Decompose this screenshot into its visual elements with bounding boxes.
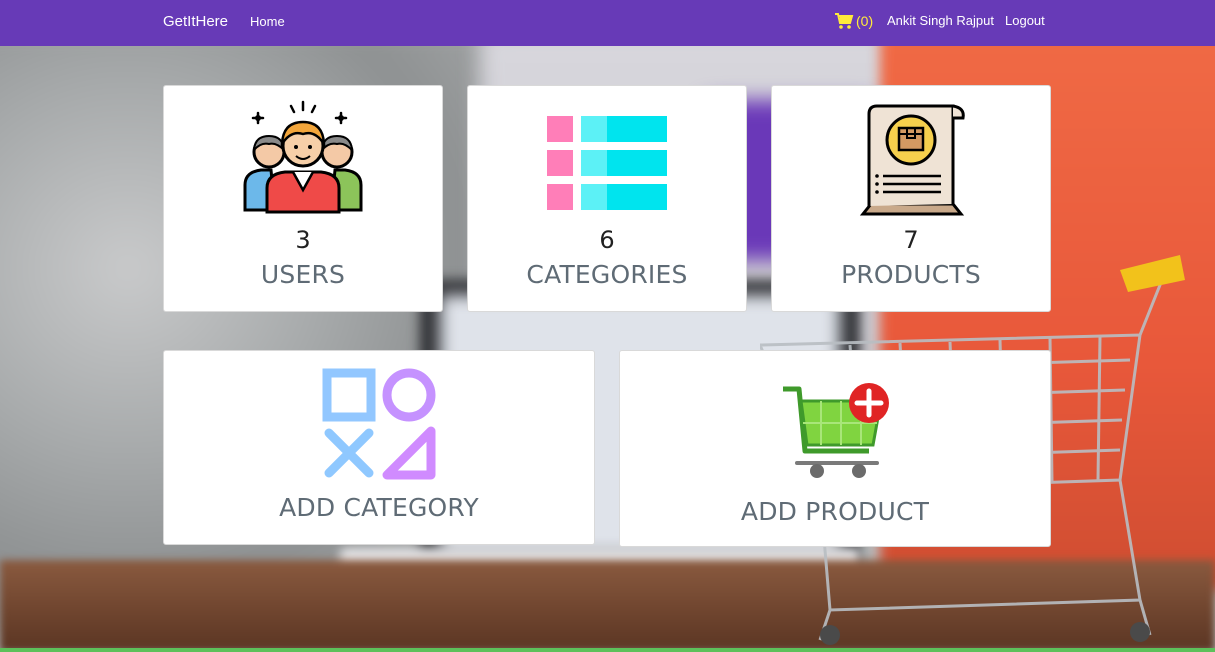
nav-home-link[interactable]: Home — [250, 14, 285, 29]
add-category-card[interactable]: ADD CATEGORY — [163, 350, 595, 545]
cart-link[interactable]: (0) — [834, 12, 873, 30]
cart-count: (0) — [856, 13, 874, 29]
cart-add-icon — [783, 383, 889, 478]
cart-icon — [835, 13, 854, 29]
users-label: USERS — [260, 260, 346, 289]
shapes-icon — [322, 368, 436, 480]
categories-count: 6 — [599, 226, 615, 254]
list-categories-icon — [547, 116, 667, 210]
add-category-label: ADD CATEGORY — [279, 493, 479, 522]
users-count: 3 — [295, 226, 311, 254]
user-name-link[interactable]: Ankit Singh Rajput — [887, 13, 994, 28]
categories-card[interactable]: 6 CATEGORIES — [467, 85, 747, 312]
products-card[interactable]: 7 PRODUCTS — [771, 85, 1051, 312]
products-label: PRODUCTS — [841, 260, 981, 289]
bottom-border — [0, 648, 1215, 652]
brand-link[interactable]: GetItHere — [163, 13, 228, 30]
users-card[interactable]: 3 USERS — [163, 85, 443, 312]
add-product-label: ADD PRODUCT — [740, 497, 930, 526]
add-product-card[interactable]: ADD PRODUCT — [619, 350, 1051, 547]
categories-label: CATEGORIES — [526, 260, 688, 289]
logout-link[interactable]: Logout — [1005, 13, 1045, 28]
navbar: GetItHere Home (0) Ankit Singh Rajput Lo… — [0, 0, 1215, 46]
products-count: 7 — [903, 226, 919, 254]
product-document-icon — [859, 104, 965, 216]
users-group-icon — [243, 100, 363, 214]
